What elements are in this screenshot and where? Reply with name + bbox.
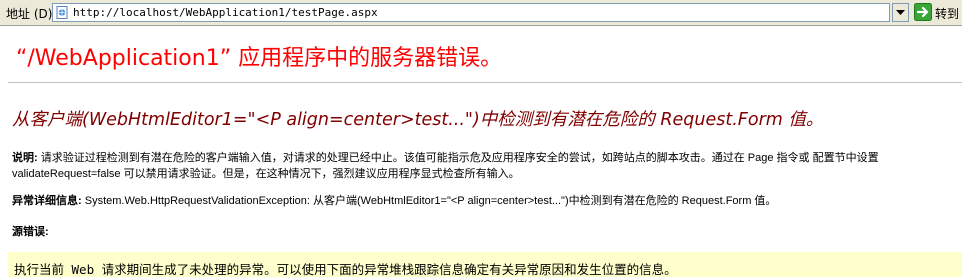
error-title: “/WebApplication1” 应用程序中的服务器错误。 [16, 46, 503, 71]
exception-text: System.Web.HttpRequestValidationExceptio… [84, 195, 777, 207]
exception-label: 异常详细信息: [12, 195, 82, 207]
page-icon [56, 6, 68, 19]
source-error-label: 源错误: [12, 226, 49, 238]
go-button[interactable]: 转到 [935, 5, 959, 22]
address-label: 地址 (D) [6, 7, 53, 21]
source-error-text: 执行当前 Web 请求期间生成了未处理的异常。可以使用下面的异常堆栈跟踪信息确定… [14, 262, 677, 277]
chevron-down-icon [896, 10, 905, 15]
source-error-heading: 源错误: [12, 224, 49, 240]
error-subtitle: 从客户端(WebHtmlEditor1="<P align=center>tes… [12, 110, 824, 130]
source-error-box: 执行当前 Web 请求期间生成了未处理的异常。可以使用下面的异常堆栈跟踪信息确定… [8, 252, 962, 277]
description-paragraph: 说明: 请求验证过程检测到有潜在危险的客户端输入值，对请求的处理已经中止。该值可… [12, 150, 960, 182]
address-dropdown-button[interactable] [892, 3, 909, 22]
go-arrow-icon[interactable] [914, 3, 932, 21]
description-text: 请求验证过程检测到有潜在危险的客户端输入值，对请求的处理已经中止。该值可能指示危… [12, 152, 879, 180]
address-input[interactable]: http://localhost/WebApplication1/testPag… [52, 3, 890, 22]
exception-paragraph: 异常详细信息: System.Web.HttpRequestValidation… [12, 193, 960, 209]
url-text: http://localhost/WebApplication1/testPag… [73, 6, 378, 19]
description-label: 说明: [12, 152, 38, 164]
divider [8, 82, 962, 83]
address-bar: 地址 (D) http://localhost/WebApplication1/… [0, 0, 962, 26]
